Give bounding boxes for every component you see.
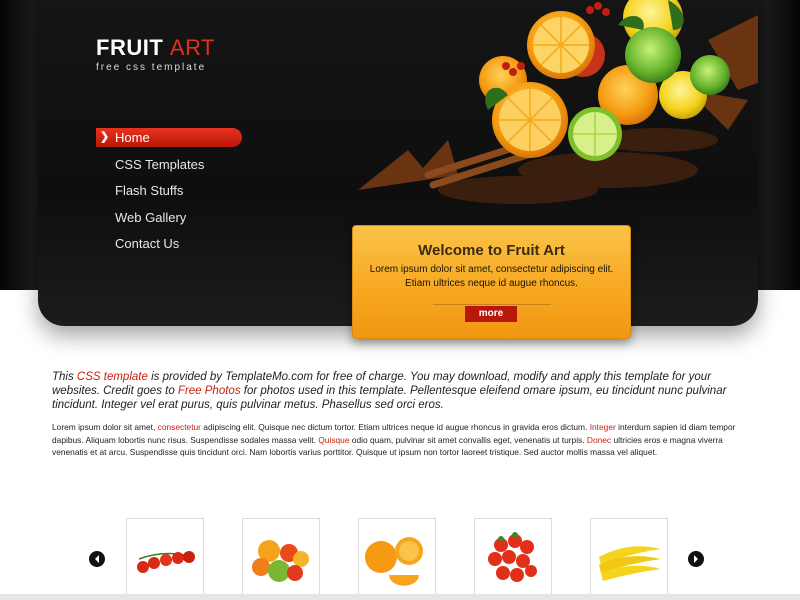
gallery-thumb-oranges[interactable] [358,518,436,598]
chevron-left-icon [95,555,99,563]
tomatoes-image [137,551,195,573]
mixed-fruits-image [252,540,309,582]
chevron-right-icon [694,555,698,563]
carousel-prev-button[interactable] [89,551,105,567]
quisque-link[interactable]: Quisque [318,435,349,445]
body-text: adipiscing elit. Quisque nec dictum tort… [200,422,590,432]
intro-paragraph: This CSS template is provided by Templat… [52,370,742,412]
gallery-thumb-bananas[interactable] [590,518,668,598]
body-paragraph: Lorem ipsum dolor sit amet, consectetur … [52,421,742,459]
nav-item-web-gallery[interactable]: Web Gallery [96,208,242,227]
gallery-thumb-tomatoes[interactable] [126,518,204,598]
fruit-hero-image [358,0,758,204]
free-photos-link[interactable]: Free Photos [178,385,241,397]
logo-title-accent: ART [169,35,215,60]
body-text: Lorem ipsum dolor sit amet, [52,422,158,432]
consectetur-link[interactable]: consectetur [158,422,201,432]
gallery-thumb-mixed-fruits[interactable] [242,518,320,598]
site-logo[interactable]: FRUIT ART free css template [96,36,215,74]
strawberries-image [488,532,537,582]
welcome-title: Welcome to Fruit Art [418,242,565,259]
welcome-text: Lorem ipsum dolor sit amet, consectetur … [369,264,614,289]
intro-text: This [52,371,77,383]
logo-title-main: FRUIT [96,35,164,60]
donec-link[interactable]: Donec [587,435,611,445]
nav-item-label: Flash Stuffs [115,183,184,198]
css-template-link[interactable]: CSS template [77,371,148,383]
divider [433,304,551,305]
body-text: odio quam, pulvinar sit amet convallis e… [349,434,587,445]
gallery-thumb-strawberries[interactable] [474,518,552,598]
nav-item-label: Contact Us [115,236,180,251]
nav-item-label: CSS Templates [115,156,205,172]
logo-tagline: free css template [96,62,207,73]
more-button[interactable]: more [465,306,517,322]
nav-item-css-templates[interactable]: CSS Templates [96,155,242,174]
gallery-carousel [0,518,800,600]
bananas-image [599,546,661,581]
carousel-next-button[interactable] [688,551,704,567]
nav-item-flash-stuffs[interactable]: Flash Stuffs [96,181,242,200]
nav-item-label: Web Gallery [115,209,187,225]
integer-link[interactable]: Integer [590,422,616,432]
main-nav: ❯ Home CSS Templates Flash Stuffs Web Ga… [96,128,242,261]
footer-bar [0,594,800,600]
chevron-right-icon: ❯ [100,131,110,143]
oranges-image [365,537,423,586]
nav-item-contact-us[interactable]: Contact Us [96,234,242,253]
welcome-box: Welcome to Fruit Art Lorem ipsum dolor s… [352,225,631,339]
logo-title: FRUIT ART [96,36,215,60]
nav-item-label: Home [115,130,150,145]
nav-item-home[interactable]: ❯ Home [96,128,242,147]
